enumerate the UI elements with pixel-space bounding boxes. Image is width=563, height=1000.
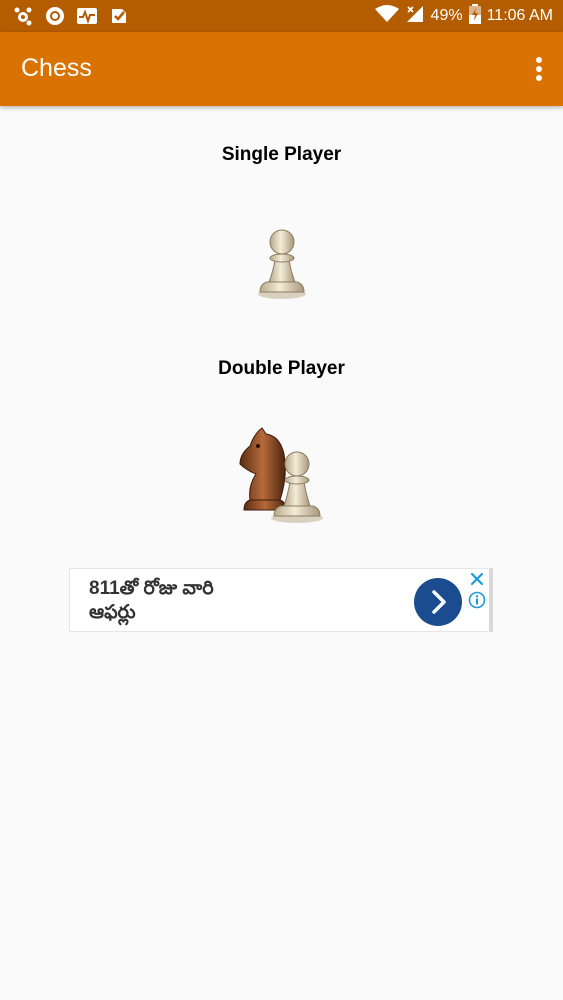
more-vert-icon	[536, 57, 542, 81]
notification-icons	[12, 5, 130, 27]
ad-text-line2: ఆఫర్లు	[89, 602, 136, 623]
ad-banner[interactable]: 811తో రోజు వారి ఆఫర్లు	[69, 568, 493, 632]
ad-text[interactable]: 811తో రోజు వారి ఆఫర్లు	[89, 577, 329, 625]
chevron-right-icon	[432, 590, 446, 614]
single-player-label[interactable]: Single Player	[0, 144, 563, 166]
double-player-button[interactable]	[236, 424, 328, 526]
status-bar: 49% 11:06 AM	[0, 0, 563, 32]
activity-icon	[76, 5, 98, 27]
battery-percent: 49%	[430, 7, 463, 24]
pawn-icon	[258, 229, 306, 299]
single-player-button[interactable]	[251, 222, 313, 302]
task-check-icon	[108, 5, 130, 27]
ad-info-button[interactable]	[468, 591, 486, 609]
battery-icon	[468, 3, 481, 29]
clock: 11:06 AM	[486, 7, 553, 24]
record-icon	[44, 5, 66, 27]
app-bar: Chess	[0, 32, 563, 106]
close-icon	[470, 572, 484, 586]
wifi-icon	[374, 4, 399, 28]
app-notification-icon	[12, 5, 34, 27]
system-status: 49% 11:06 AM	[374, 3, 553, 29]
signal-icon	[405, 5, 425, 28]
ad-open-button[interactable]	[414, 578, 462, 626]
app-title: Chess	[21, 54, 92, 82]
knight-and-pawn-icon	[239, 427, 323, 523]
ad-text-line1: 811తో రోజు వారి	[89, 578, 214, 599]
more-options-button[interactable]	[533, 56, 545, 84]
info-icon	[468, 591, 486, 609]
double-player-label[interactable]: Double Player	[0, 358, 563, 380]
ad-close-button[interactable]	[469, 571, 485, 587]
